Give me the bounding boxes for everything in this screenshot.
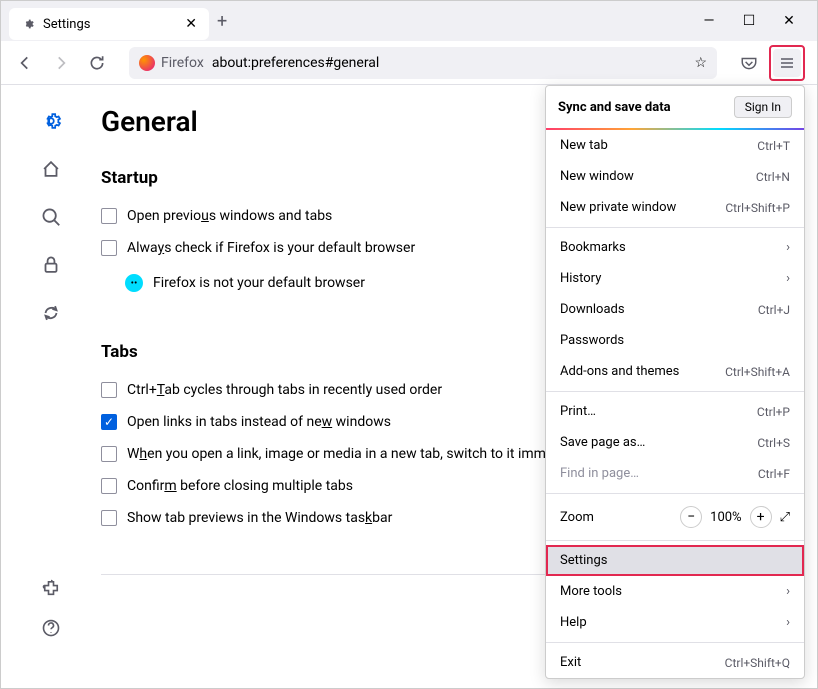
menu-new-window[interactable]: New windowCtrl+N — [546, 161, 804, 192]
zoom-in-button[interactable]: + — [750, 506, 772, 528]
zoom-value: 100% — [710, 510, 741, 525]
new-tab-button[interactable]: + — [217, 11, 227, 32]
menu-settings[interactable]: Settings — [546, 545, 804, 576]
gear-icon — [21, 17, 35, 31]
menu-print[interactable]: Print…Ctrl+P — [546, 396, 804, 427]
url-prefix: Firefox — [161, 55, 204, 71]
browser-tab[interactable]: Settings ✕ — [9, 8, 209, 40]
open-previous-label: Open previous windows and tabs — [127, 208, 332, 224]
default-check-label: Always check if Firefox is your default … — [127, 240, 415, 256]
app-menu: Sync and save data Sign In New tabCtrl+T… — [545, 85, 805, 679]
menu-downloads[interactable]: DownloadsCtrl+J — [546, 294, 804, 325]
url-text: about:preferences#general — [212, 55, 379, 71]
ctrl-tab-label: Ctrl+Tab cycles through tabs in recently… — [127, 382, 442, 398]
menu-separator — [546, 493, 804, 494]
switch-label: When you open a link, image or media in … — [127, 446, 594, 462]
maximize-icon[interactable]: ☐ — [739, 13, 759, 29]
firefox-icon — [139, 55, 155, 71]
checkbox-unchecked[interactable] — [101, 446, 117, 462]
zoom-label: Zoom — [560, 510, 672, 525]
url-bar[interactable]: Firefox about:preferences#general ☆ — [129, 47, 717, 79]
app-menu-button[interactable] — [773, 49, 801, 77]
checkbox-unchecked[interactable] — [101, 240, 117, 256]
tab-title: Settings — [43, 17, 90, 32]
menu-separator — [546, 391, 804, 392]
settings-sidebar — [1, 85, 101, 688]
pocket-icon[interactable] — [737, 51, 761, 75]
menu-separator — [546, 227, 804, 228]
checkbox-unchecked[interactable] — [101, 510, 117, 526]
identity-box: Firefox — [139, 55, 204, 71]
titlebar: Settings ✕ + — ☐ ✕ — [1, 1, 817, 41]
reload-button[interactable] — [85, 51, 109, 75]
taskbar-label: Show tab previews in the Windows taskbar — [127, 510, 392, 526]
checkbox-checked[interactable]: ✓ — [101, 414, 117, 430]
open-links-label: Open links in tabs instead of new window… — [127, 414, 391, 430]
close-icon[interactable]: ✕ — [779, 13, 799, 29]
not-default-label: Firefox is not your default browser — [153, 275, 365, 291]
sidebar-search-icon[interactable] — [39, 205, 63, 229]
sidebar-privacy-icon[interactable] — [39, 253, 63, 277]
toolbar: Firefox about:preferences#general ☆ — [1, 41, 817, 85]
menu-save-page[interactable]: Save page as…Ctrl+S — [546, 427, 804, 458]
menu-new-tab[interactable]: New tabCtrl+T — [546, 130, 804, 161]
chevron-right-icon: › — [786, 271, 790, 286]
menu-history[interactable]: History› — [546, 263, 804, 294]
fullscreen-icon[interactable]: ⤢ — [780, 510, 790, 525]
chevron-right-icon: › — [786, 584, 790, 599]
chevron-right-icon: › — [786, 615, 790, 630]
menu-separator — [546, 540, 804, 541]
signin-button[interactable]: Sign In — [734, 96, 792, 118]
menu-separator — [546, 642, 804, 643]
checkbox-unchecked[interactable] — [101, 478, 117, 494]
checkbox-unchecked[interactable] — [101, 382, 117, 398]
sidebar-sync-icon[interactable] — [39, 301, 63, 325]
forward-button[interactable] — [49, 51, 73, 75]
menu-sync-header: Sync and save data Sign In — [546, 86, 804, 130]
chevron-right-icon: › — [786, 240, 790, 255]
window-controls: — ☐ ✕ — [699, 13, 809, 29]
bookmark-star-icon[interactable]: ☆ — [694, 55, 707, 71]
sidebar-extensions-icon[interactable] — [39, 576, 63, 600]
confirm-label: Confirm before closing multiple tabs — [127, 478, 353, 494]
hamburger-highlight — [769, 45, 805, 81]
sidebar-general-icon[interactable] — [39, 109, 63, 133]
menu-addons[interactable]: Add-ons and themesCtrl+Shift+A — [546, 356, 804, 387]
minimize-icon[interactable]: — — [699, 13, 719, 29]
menu-passwords[interactable]: Passwords — [546, 325, 804, 356]
menu-exit[interactable]: ExitCtrl+Shift+Q — [546, 647, 804, 678]
menu-zoom: Zoom − 100% + ⤢ — [546, 498, 804, 536]
menu-new-private[interactable]: New private windowCtrl+Shift+P — [546, 192, 804, 223]
sidebar-home-icon[interactable] — [39, 157, 63, 181]
checkbox-unchecked[interactable] — [101, 208, 117, 224]
menu-help[interactable]: Help› — [546, 607, 804, 638]
menu-find-in-page: Find in page…Ctrl+F — [546, 458, 804, 489]
menu-more-tools[interactable]: More tools› — [546, 576, 804, 607]
menu-bookmarks[interactable]: Bookmarks› — [546, 232, 804, 263]
sidebar-help-icon[interactable] — [39, 616, 63, 640]
back-button[interactable] — [13, 51, 37, 75]
zoom-out-button[interactable]: − — [680, 506, 702, 528]
sad-face-icon: •• — [125, 274, 143, 292]
tab-close-icon[interactable]: ✕ — [185, 16, 197, 32]
sync-label: Sync and save data — [558, 100, 671, 115]
